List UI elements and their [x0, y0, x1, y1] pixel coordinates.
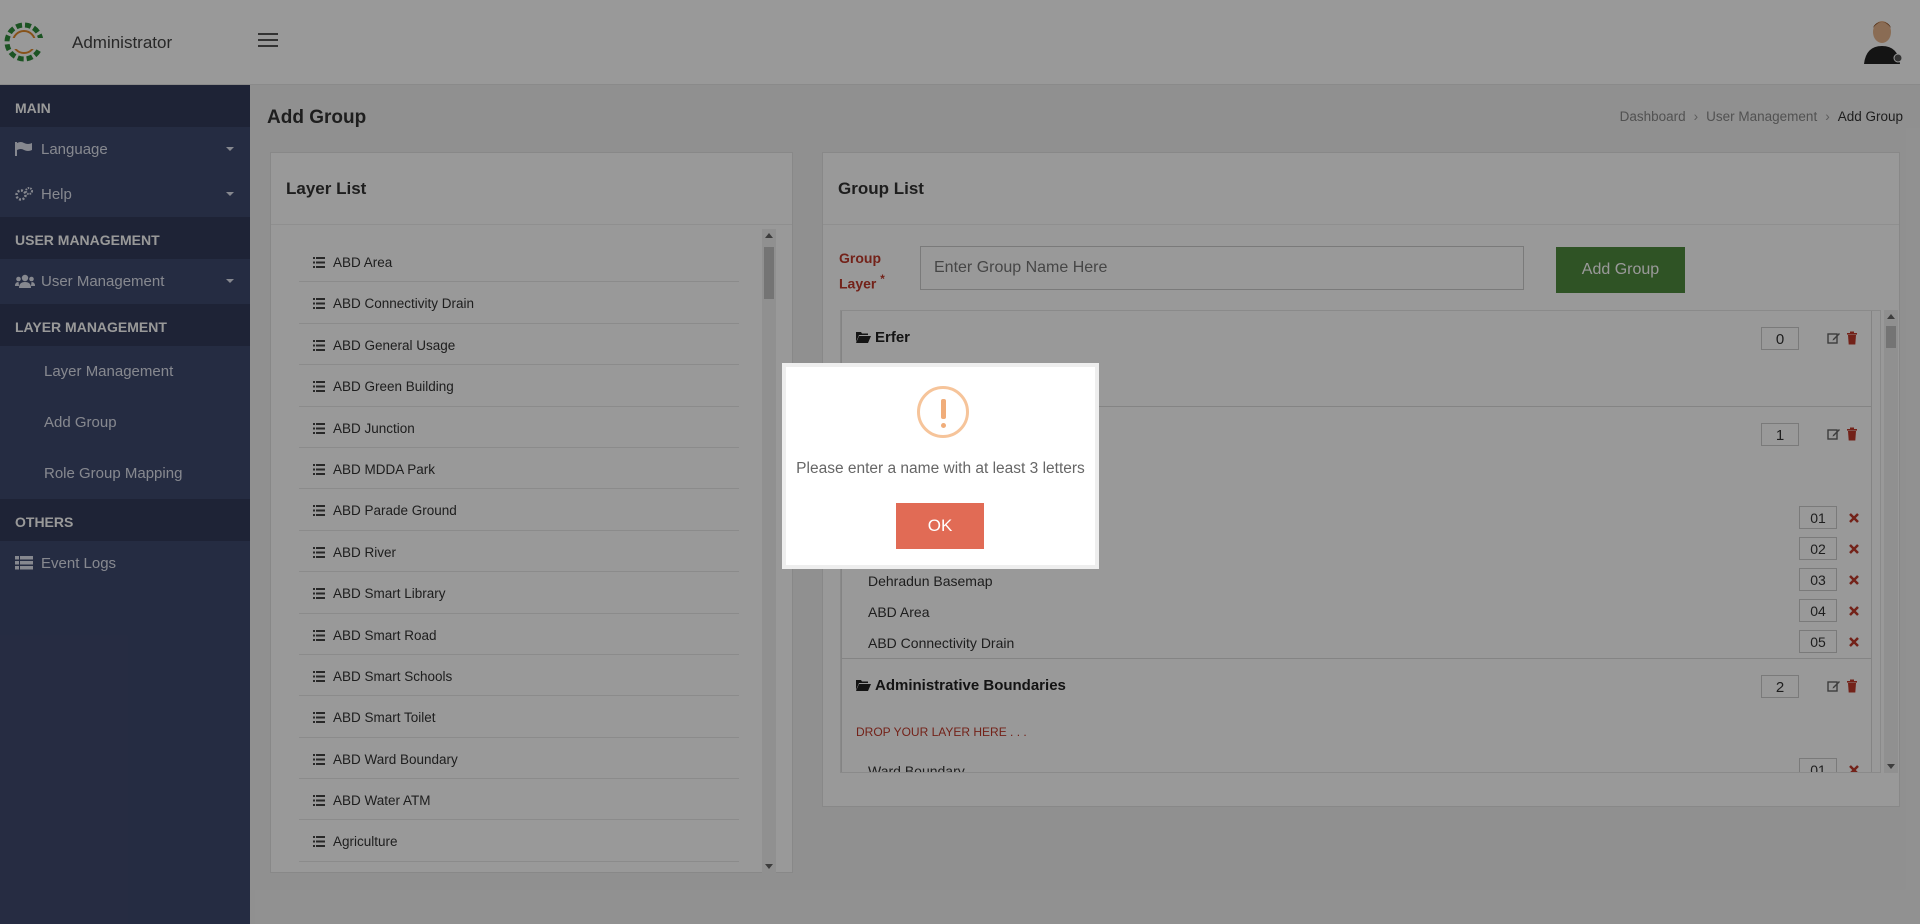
alert-dialog: Please enter a name with at least 3 lett… — [782, 363, 1099, 569]
ok-button[interactable]: OK — [896, 503, 984, 549]
warning-icon — [917, 386, 969, 438]
alert-message: Please enter a name with at least 3 lett… — [796, 460, 1085, 477]
